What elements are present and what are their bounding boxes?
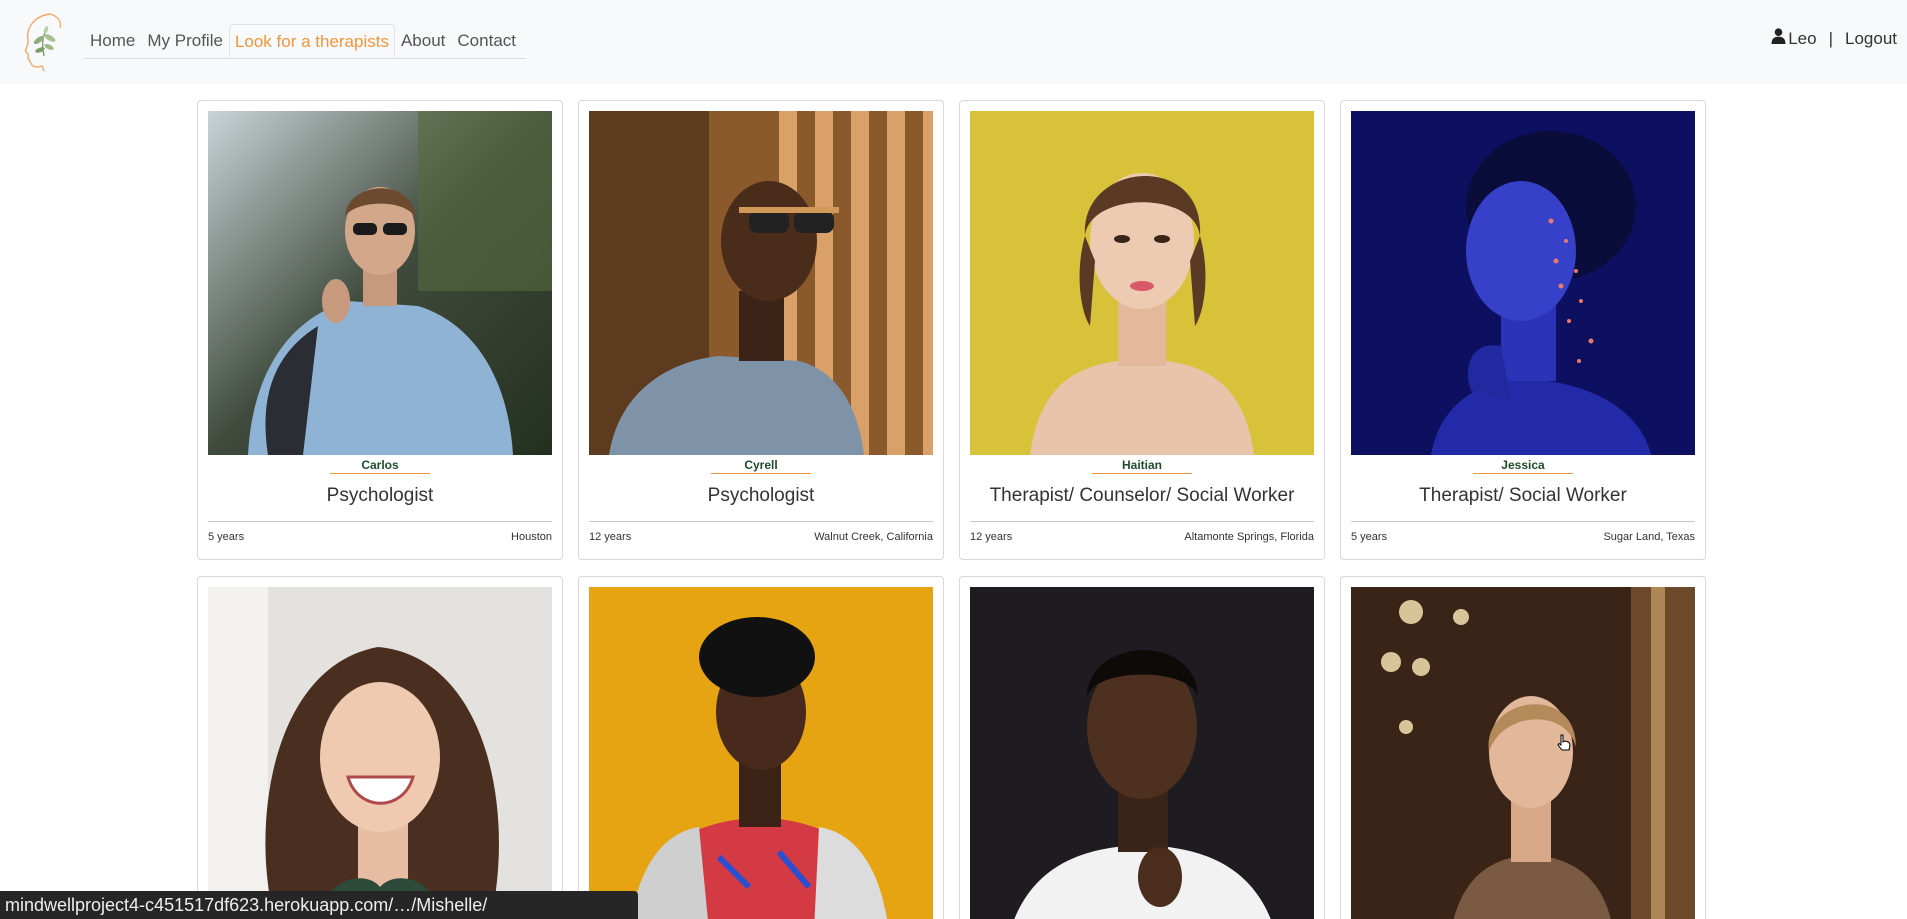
therapist-name[interactable]: Carlos [198,458,562,472]
therapist-title: Psychologist [707,485,815,506]
card-divider [1351,521,1695,522]
card-divider [970,521,1314,522]
therapist-title: Therapist/ Counselor/ Social Worker [989,485,1295,506]
therapist-photo[interactable] [208,587,552,919]
therapist-photo[interactable] [208,111,552,455]
therapist-photo[interactable] [589,587,933,919]
name-underline [1092,473,1192,474]
nav-look-for-therapists-link[interactable]: Look for a therapists [228,23,395,58]
therapist-name[interactable]: Haitian [960,458,1324,472]
therapist-name[interactable]: Jessica [1341,458,1705,472]
logo[interactable] [20,10,66,72]
therapist-card[interactable]: Carlos Psychologist 5 years Houston [197,100,563,560]
logout-link[interactable]: Logout [1845,29,1897,49]
status-url: mindwellproject4-c451517df623.herokuapp.… [5,895,488,915]
therapist-card[interactable] [959,576,1325,919]
name-underline [711,473,811,474]
user-icon[interactable] [1771,28,1788,49]
therapist-card[interactable] [197,576,563,919]
name-underline [330,473,430,474]
nav-contact-link[interactable]: Contact [451,24,522,58]
experience-years: 5 years [1351,531,1388,543]
nav-separator: | [1828,28,1833,48]
hand-cursor-icon [1556,734,1572,752]
therapist-title: Therapist/ Social Worker [1419,485,1627,506]
experience-years: 12 years [589,531,632,543]
card-divider [589,521,933,522]
therapist-card[interactable] [1340,576,1706,919]
card-divider [208,521,552,522]
therapist-location: Houston [511,531,552,543]
therapist-photo[interactable] [1351,111,1695,455]
therapist-card[interactable]: Jessica Therapist/ Social Worker 5 years… [1340,100,1706,560]
therapist-location: Sugar Land, Texas [1603,531,1695,543]
navbar: Home My Profile Look for a therapists Ab… [0,0,1907,84]
experience-years: 5 years [208,531,245,543]
nav-my-profile-link[interactable]: My Profile [141,24,229,58]
therapist-photo[interactable] [1351,587,1695,919]
user-name[interactable]: Leo [1788,29,1816,49]
therapist-card[interactable]: Cyrell Psychologist 12 years Walnut Cree… [578,100,944,560]
therapist-card[interactable]: Haitian Therapist/ Counselor/ Social Wor… [959,100,1325,560]
therapist-location: Walnut Creek, California [814,531,933,543]
experience-years: 12 years [970,531,1013,543]
therapist-photo[interactable] [589,111,933,455]
therapist-location: Altamonte Springs, Florida [1184,531,1314,543]
therapist-name[interactable]: Cyrell [579,458,943,472]
main-nav: Home My Profile Look for a therapists Ab… [84,23,526,59]
therapist-card[interactable] [578,576,944,919]
nav-home-link[interactable]: Home [84,24,141,58]
name-underline [1473,473,1573,474]
therapist-title: Psychologist [326,485,434,506]
browser-status-bar: mindwellproject4-c451517df623.herokuapp.… [0,891,638,919]
user-area: Leo | Logout [1771,28,1897,49]
nav-about-link[interactable]: About [395,24,451,58]
therapist-photo[interactable] [970,587,1314,919]
therapist-photo[interactable] [970,111,1314,455]
